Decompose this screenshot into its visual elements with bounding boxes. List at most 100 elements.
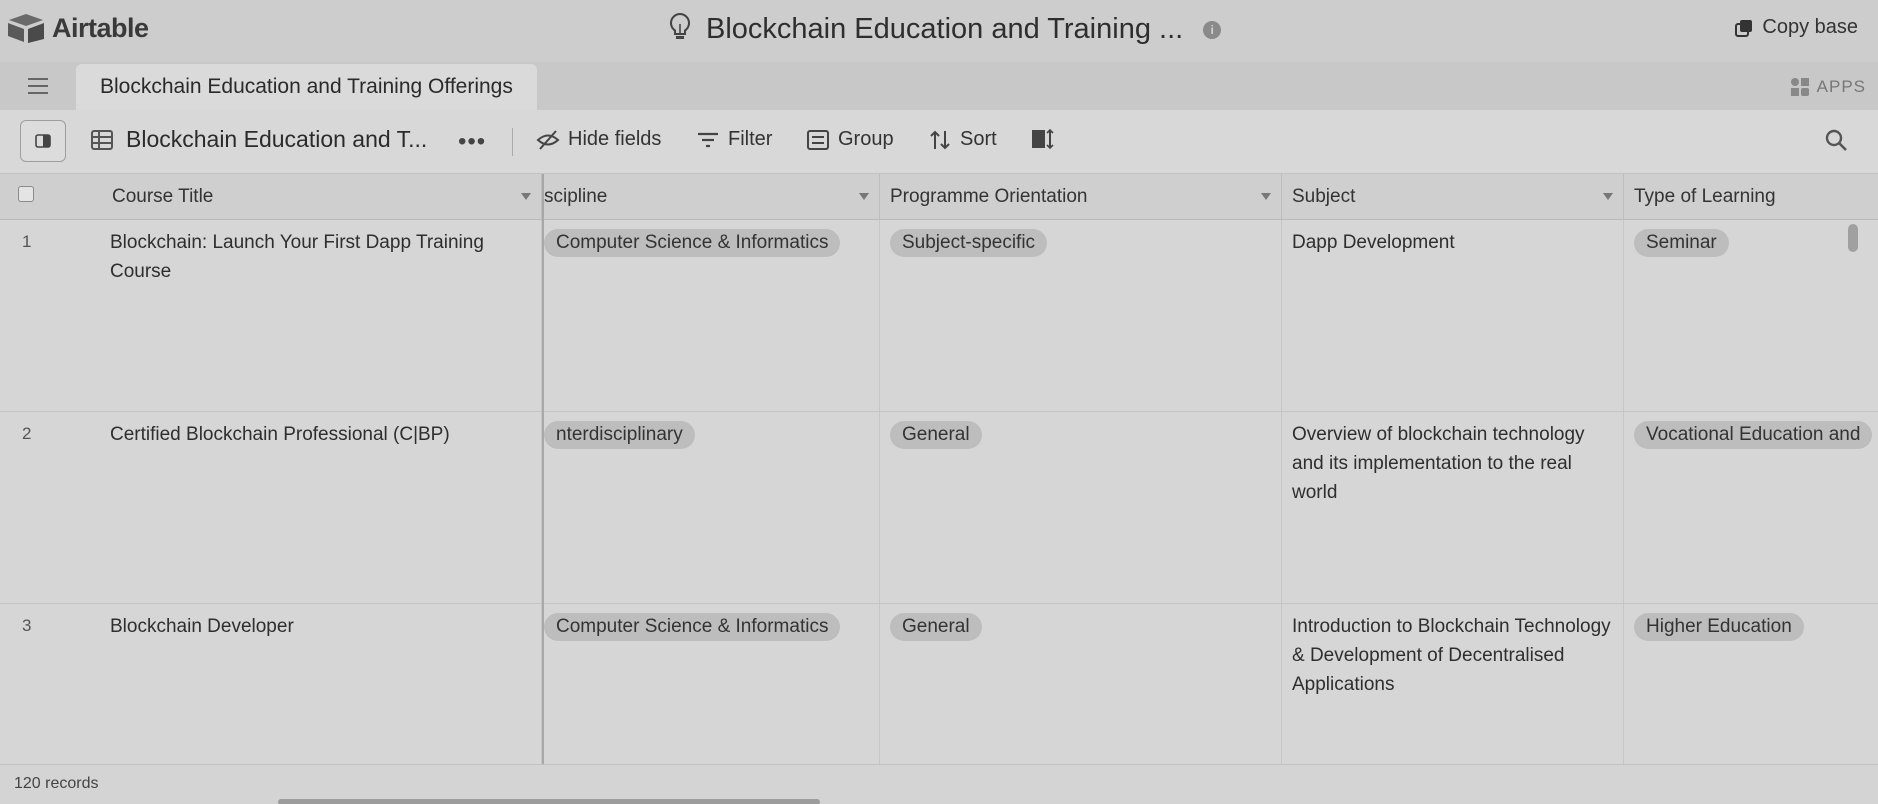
app-name: Airtable [52, 12, 149, 43]
cell-subject[interactable]: Introduction to Blockchain Technology & … [1282, 604, 1624, 764]
cell-course-title[interactable]: Blockchain Developer [100, 604, 542, 764]
cell-programme-orientation[interactable]: General [880, 412, 1282, 603]
row-number: 3 [22, 616, 32, 635]
column-header-label: Programme Orientation [890, 186, 1088, 207]
app-header: Airtable Blockchain Education and Traini… [0, 0, 1878, 62]
course-title-text: Blockchain Developer [110, 616, 294, 637]
column-header-course-title[interactable]: Course Title [102, 174, 542, 220]
type-pill: Vocational Education and [1634, 421, 1873, 449]
sidebar-icon [35, 134, 51, 148]
group-button[interactable]: Group [806, 128, 894, 151]
sidebar-toggle-button[interactable] [20, 120, 66, 162]
view-switcher[interactable]: Blockchain Education and T... [90, 126, 427, 153]
discipline-pill: Computer Science & Informatics [544, 613, 841, 641]
column-header-subject[interactable]: Subject [1282, 174, 1624, 220]
copy-base-button[interactable]: Copy base [1734, 16, 1858, 39]
table-row[interactable]: 3 Blockchain Developer Computer Science … [0, 604, 1878, 764]
column-header-type-of-learning[interactable]: Type of Learning [1624, 174, 1878, 220]
filter-icon [698, 132, 718, 147]
row-height-icon [1032, 128, 1054, 150]
select-all-cell [0, 174, 100, 220]
sort-label: Sort [960, 128, 997, 150]
column-menu-icon[interactable] [521, 193, 531, 200]
search-icon [1825, 129, 1847, 151]
group-icon [807, 129, 829, 150]
select-all-checkbox[interactable] [18, 186, 34, 202]
cell-course-title[interactable]: Certified Blockchain Professional (C|BP) [100, 412, 542, 603]
row-number: 2 [22, 424, 32, 443]
vertical-scrollbar[interactable] [1848, 224, 1858, 252]
horizontal-scrollbar[interactable] [278, 799, 820, 804]
copy-icon [1735, 19, 1753, 37]
apps-button[interactable]: APPS [1789, 76, 1866, 98]
column-header-label: Subject [1292, 186, 1356, 207]
frozen-column-divider[interactable] [542, 174, 544, 804]
column-menu-icon[interactable] [859, 193, 869, 200]
cell-type-of-learning[interactable]: Higher Education [1624, 604, 1878, 764]
grid-view-icon [91, 129, 113, 150]
search-button[interactable] [1824, 128, 1848, 157]
table-tab-bar: Blockchain Education and Training Offeri… [0, 62, 1878, 110]
base-title-text: Blockchain Education and Training ... [706, 13, 1184, 45]
base-title[interactable]: Blockchain Education and Training ... i [668, 12, 1222, 47]
column-menu-icon[interactable] [1603, 193, 1613, 200]
column-header-label: scipline [544, 186, 608, 207]
course-title-text: Certified Blockchain Professional (C|BP) [110, 424, 450, 445]
row-height-button[interactable] [1030, 128, 1054, 150]
hide-fields-icon [536, 129, 560, 150]
hide-fields-button[interactable]: Hide fields [536, 128, 661, 151]
column-menu-icon[interactable] [1261, 193, 1271, 200]
column-header-label: Type of Learning [1634, 186, 1776, 207]
airtable-logo[interactable]: Airtable [6, 12, 149, 44]
subject-text: Dapp Development [1292, 232, 1455, 253]
row-number: 1 [22, 232, 32, 251]
lightbulb-icon [668, 12, 692, 47]
records-grid: Course Title scipline Programme Orientat… [0, 174, 1878, 764]
apps-label: APPS [1816, 77, 1866, 96]
tab-blockchain-offerings[interactable]: Blockchain Education and Training Offeri… [76, 64, 537, 110]
grid-footer: 120 records [0, 764, 1878, 804]
cell-discipline[interactable]: nterdisciplinary [534, 412, 880, 603]
cell-course-title[interactable]: Blockchain: Launch Your First Dapp Train… [100, 220, 542, 411]
column-header-programme-orientation[interactable]: Programme Orientation [880, 174, 1282, 220]
type-pill: Seminar [1634, 229, 1729, 257]
airtable-logo-icon [8, 14, 44, 43]
filter-label: Filter [728, 128, 773, 150]
hide-fields-label: Hide fields [568, 128, 662, 150]
cell-discipline[interactable]: Computer Science & Informatics [534, 220, 880, 411]
cell-type-of-learning[interactable]: Seminar [1624, 220, 1878, 411]
table-row[interactable]: 1 Blockchain: Launch Your First Dapp Tra… [0, 220, 1878, 412]
orientation-pill: General [890, 613, 982, 641]
column-header-discipline[interactable]: scipline [544, 174, 880, 220]
apps-icon [1790, 78, 1809, 96]
type-pill: Higher Education [1634, 613, 1804, 641]
column-header-label: Course Title [112, 186, 214, 207]
cell-programme-orientation[interactable]: General [880, 604, 1282, 764]
cell-type-of-learning[interactable]: Vocational Education and [1624, 412, 1878, 603]
info-icon[interactable]: i [1203, 20, 1222, 39]
grid-header: Course Title scipline Programme Orientat… [0, 174, 1878, 220]
orientation-pill: Subject-specific [890, 229, 1048, 257]
discipline-pill: Computer Science & Informatics [544, 229, 841, 257]
more-options-icon[interactable]: ••• [458, 128, 486, 156]
sort-icon [930, 130, 950, 149]
course-title-text: Blockchain: Launch Your First Dapp Train… [110, 232, 484, 282]
cell-subject[interactable]: Dapp Development [1282, 220, 1624, 411]
orientation-pill: General [890, 421, 982, 449]
menu-icon[interactable] [28, 78, 48, 94]
view-name-label: Blockchain Education and T... [126, 126, 428, 152]
cell-programme-orientation[interactable]: Subject-specific [880, 220, 1282, 411]
sort-button[interactable]: Sort [928, 128, 997, 151]
tab-label: Blockchain Education and Training Offeri… [100, 75, 513, 98]
group-label: Group [838, 128, 894, 150]
view-toolbar: Blockchain Education and T... ••• Hide f… [0, 110, 1878, 174]
cell-discipline[interactable]: Computer Science & Informatics [534, 604, 880, 764]
filter-button[interactable]: Filter [696, 128, 772, 151]
toolbar-divider [512, 128, 513, 156]
cell-subject[interactable]: Overview of blockchain technology and it… [1282, 412, 1624, 603]
table-row[interactable]: 2 Certified Blockchain Professional (C|B… [0, 412, 1878, 604]
subject-text: Introduction to Blockchain Technology & … [1292, 616, 1611, 695]
copy-base-label: Copy base [1762, 16, 1858, 38]
discipline-pill: nterdisciplinary [544, 421, 695, 449]
record-count: 120 records [14, 775, 99, 792]
